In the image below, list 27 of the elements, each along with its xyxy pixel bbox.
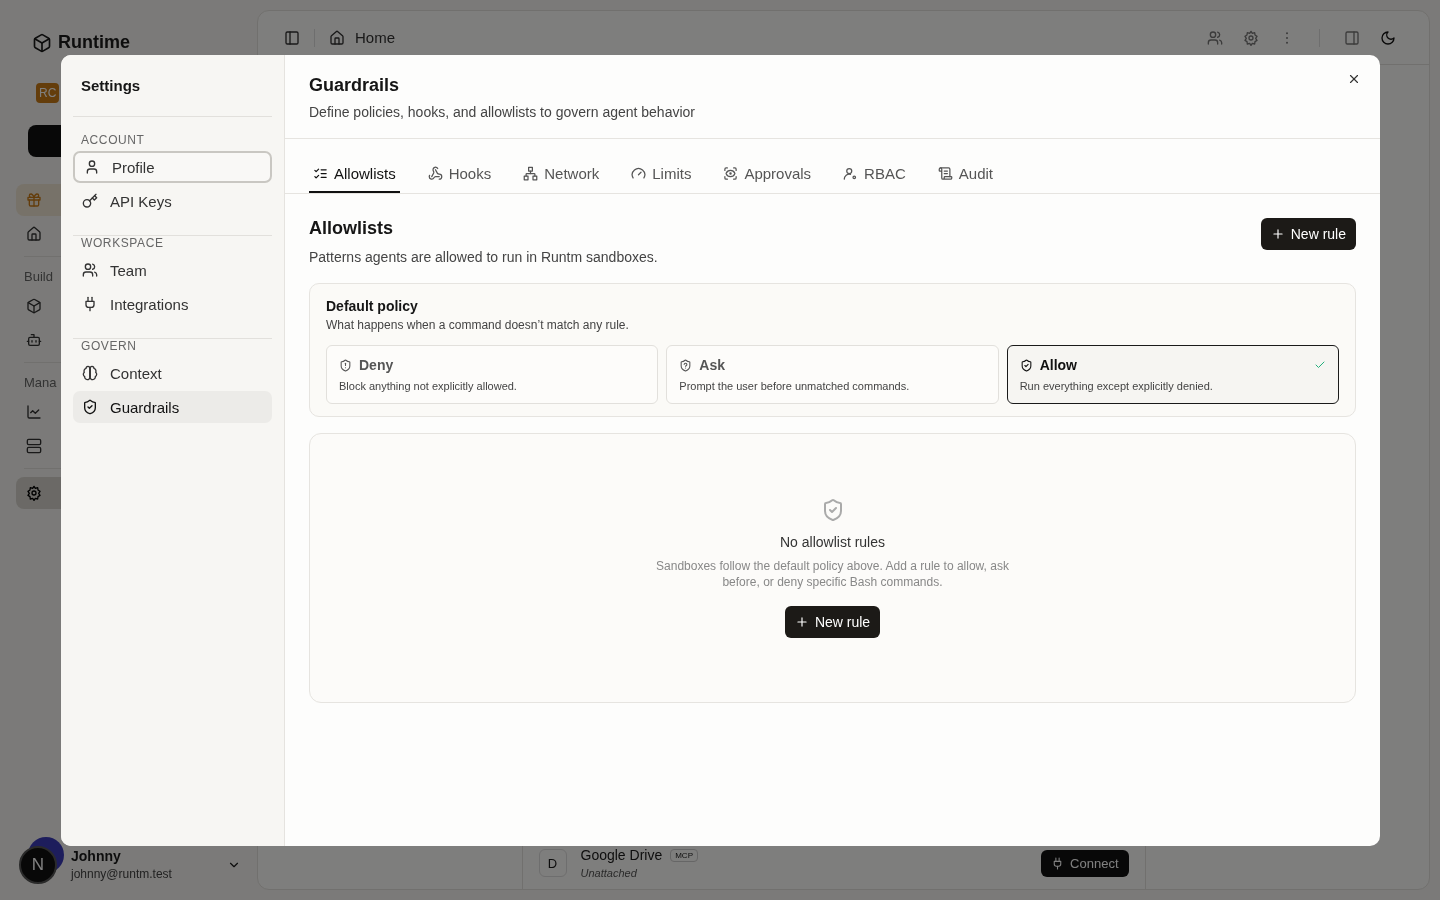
option-label: Allow (1039, 357, 1077, 373)
section-heading: ACCOUNT (80, 133, 146, 147)
user-name: Johnny (71, 847, 122, 865)
integration-initial: D (538, 849, 567, 877)
option-description: Run everything except explicitly denied. (1019, 380, 1214, 392)
app-logo: Runtime (58, 32, 130, 53)
card-title: Default policy (326, 298, 419, 314)
panel-title: Guardrails (309, 75, 400, 96)
empty-state-description: Sandboxes follow the default policy above. Add a rule to allow, ask before, or deny specific Bash commands. (655, 558, 1010, 590)
card-description: What happens when a command doesn’t match any rule. (326, 318, 630, 332)
integration-tag: MCP (670, 848, 698, 862)
integration-name: Google Drive (580, 847, 663, 863)
option-description: Prompt the user before unmatched commands. (679, 380, 911, 392)
integration-status: Unattached (580, 867, 638, 879)
section-heading: WORKSPACE (80, 236, 165, 250)
empty-state-title: No allowlist rules (779, 534, 885, 550)
option-description: Block anything not explicitly allowed. (339, 380, 518, 392)
option-label: Ask (699, 357, 725, 373)
user-email: johnny@runtm.test (71, 866, 173, 883)
nav-section-label: Mana (24, 375, 57, 390)
dialog-title: Settings (80, 77, 142, 94)
section-title: Allowlists (309, 218, 394, 239)
section-description: Patterns agents are allowed to run in Runtm sandboxes. (309, 249, 658, 265)
option-label: Deny (359, 357, 394, 373)
section-heading: GOVERN (80, 339, 138, 353)
nav-section-label: Build (24, 269, 53, 284)
panel-subtitle: Define policies, hooks, and allowlists to govern agent behavior (309, 104, 695, 120)
